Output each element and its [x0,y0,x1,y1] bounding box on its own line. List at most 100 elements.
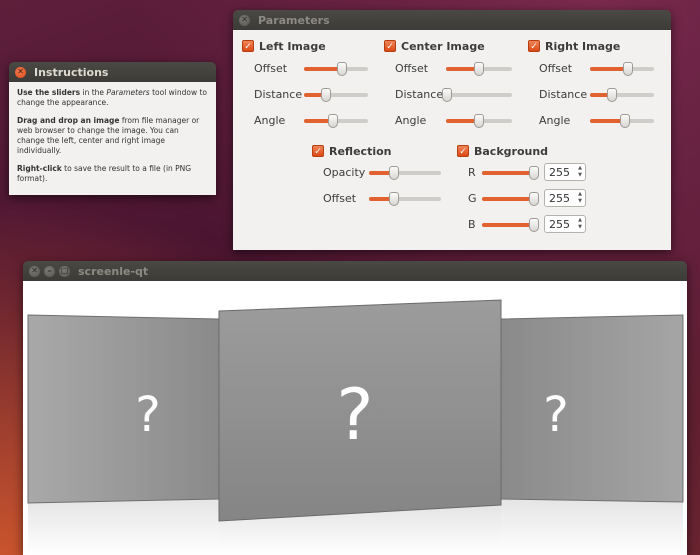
background-r-value[interactable]: 255 [545,166,575,179]
spin-arrows-icon[interactable]: ▲ ▼ [575,190,585,206]
right-image-checkbox[interactable]: ✓ Right Image [528,38,620,54]
center-angle-slider[interactable] [446,114,512,128]
instructions-content: Use the sliders in the Parameters tool w… [9,82,216,195]
right-distance-label: Distance [539,87,588,101]
screenlie-canvas[interactable]: ? ? ? [23,281,687,555]
checkbox-checked-icon: ✓ [528,40,540,52]
background-r-slider[interactable] [482,166,539,180]
slider-handle[interactable] [620,114,630,128]
instructions-paragraph-save: Right-click to save the result to a file… [17,164,208,184]
left-image-group: ✓ Left Image [242,38,326,54]
right-angle-slider[interactable] [590,114,654,128]
reflection-label: Reflection [329,144,392,158]
background-g-label: G [468,191,477,205]
left-angle-slider[interactable] [304,114,368,128]
center-image-placeholder: ? [336,374,373,456]
slider-handle[interactable] [529,192,539,206]
background-g-spinbox[interactable]: 255 ▲ ▼ [544,189,586,207]
background-g-value[interactable]: 255 [545,192,575,205]
close-icon[interactable]: ✕ [29,265,40,277]
background-r-spinbox[interactable]: 255 ▲ ▼ [544,163,586,181]
slider-handle[interactable] [529,218,539,232]
background-b-value[interactable]: 255 [545,218,575,231]
instructions-paragraph-sliders: Use the sliders in the Parameters tool w… [17,88,208,108]
parameters-content: ✓ Left Image Offset Distance Angle ✓ Cente… [233,30,671,250]
parameters-window: ✕ Parameters ✓ Left Image Offset Distance… [233,10,671,250]
center-distance-slider[interactable] [442,88,512,102]
close-icon[interactable]: ✕ [239,14,250,26]
background-b-spinbox[interactable]: 255 ▲ ▼ [544,215,586,233]
reflection-checkbox[interactable]: ✓ Reflection [312,143,391,159]
slider-handle[interactable] [474,114,484,128]
slider-handle[interactable] [321,88,331,102]
center-offset-slider[interactable] [446,62,512,76]
left-angle-label: Angle [254,113,286,127]
background-label: Background [474,144,549,158]
left-offset-slider[interactable] [304,62,368,76]
left-image-label: Left Image [259,39,326,53]
left-image-reflection [28,499,219,555]
right-offset-slider[interactable] [590,62,654,76]
slider-handle[interactable] [328,114,338,128]
slider-handle[interactable] [529,166,539,180]
checkbox-checked-icon: ✓ [312,145,324,157]
slider-handle[interactable] [607,88,617,102]
close-icon[interactable]: ✕ [15,66,26,78]
center-image-checkbox[interactable]: ✓ Center Image [384,38,485,54]
checkbox-checked-icon: ✓ [457,145,469,157]
left-image-checkbox[interactable]: ✓ Left Image [242,38,326,54]
instructions-emph: Right-click [17,164,62,173]
left-image-panel[interactable] [27,314,220,504]
background-b-label: B [468,217,476,231]
screenlie-window: ✕ – □ screenle-qt ? ? ? [23,261,687,555]
left-image-placeholder: ? [135,387,160,443]
slider-handle[interactable] [623,62,633,76]
screenlie-titlebar[interactable]: ✕ – □ screenle-qt [23,261,687,281]
right-image-panel[interactable] [500,314,684,503]
spin-arrows-icon[interactable]: ▲ ▼ [575,164,585,180]
minimize-icon[interactable]: – [44,265,55,277]
right-image-placeholder: ? [543,387,568,443]
checkbox-checked-icon: ✓ [384,40,396,52]
slider-handle[interactable] [389,166,399,180]
reflection-opacity-label: Opacity [323,165,366,179]
parameters-title: Parameters [258,13,330,27]
slider-handle[interactable] [337,62,347,76]
left-distance-slider[interactable] [304,88,368,102]
reflection-group: ✓ Reflection [312,143,391,159]
left-offset-label: Offset [254,61,288,75]
slider-handle[interactable] [442,88,452,102]
maximize-icon[interactable]: □ [59,265,70,277]
instructions-paragraph-drag: Drag and drop an image from file manager… [17,116,208,156]
screenlie-title: screenle-qt [78,264,149,278]
spin-arrows-icon[interactable]: ▲ ▼ [575,216,585,232]
instructions-emph: Drag and drop an image [17,116,120,125]
left-distance-label: Distance [254,87,303,101]
background-checkbox[interactable]: ✓ Background [457,143,548,159]
background-g-slider[interactable] [482,192,539,206]
center-distance-label: Distance [395,87,444,101]
slider-handle[interactable] [389,192,399,206]
instructions-title: Instructions [34,65,109,79]
reflection-offset-label: Offset [323,191,357,205]
background-r-label: R [468,165,476,179]
slider-handle[interactable] [474,62,484,76]
right-image-group: ✓ Right Image [528,38,620,54]
background-group: ✓ Background [457,143,548,159]
right-distance-slider[interactable] [590,88,654,102]
reflection-opacity-slider[interactable] [369,166,441,180]
parameters-titlebar[interactable]: ✕ Parameters [233,10,671,30]
right-image-reflection [501,499,683,555]
background-b-slider[interactable] [482,218,539,232]
preview-svg: ? ? ? [27,299,684,555]
right-image-label: Right Image [545,39,621,53]
instructions-text: in the [80,88,107,97]
right-angle-label: Angle [539,113,571,127]
instructions-emph: Use the sliders [17,88,81,97]
center-image-group: ✓ Center Image [384,38,485,54]
center-angle-label: Angle [395,113,427,127]
reflection-offset-slider[interactable] [369,192,441,206]
instructions-titlebar[interactable]: ✕ Instructions [9,62,216,82]
right-offset-label: Offset [539,61,573,75]
instructions-window: ✕ Instructions Use the sliders in the Pa… [9,62,216,195]
